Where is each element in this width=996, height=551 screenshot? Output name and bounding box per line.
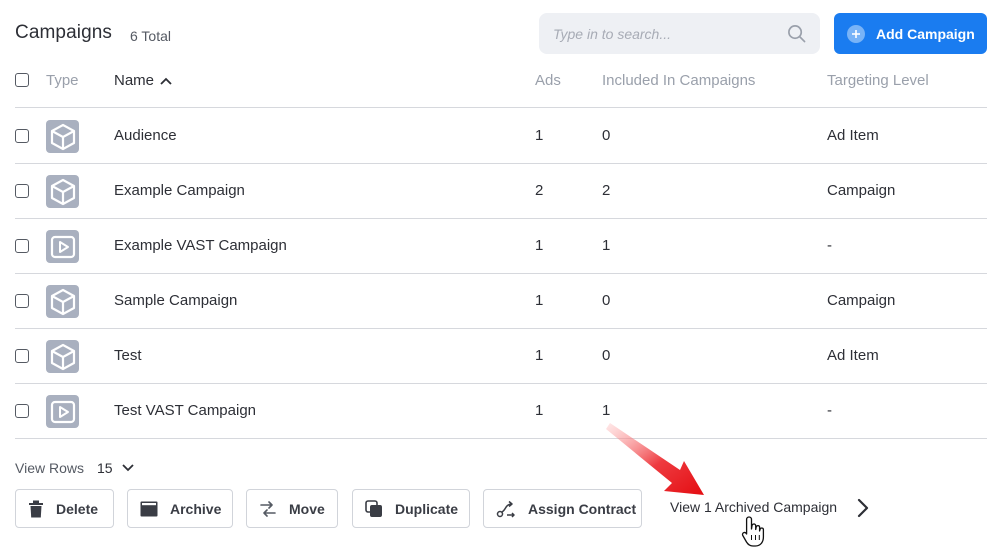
total-count: 6 Total [130, 28, 171, 44]
row-checkbox[interactable] [15, 129, 29, 143]
targeting-level: Ad Item [827, 347, 879, 364]
select-all-checkbox[interactable] [15, 73, 29, 87]
delete-label: Delete [56, 500, 99, 517]
ads-count: 1 [535, 127, 544, 144]
targeting-level: Campaign [827, 182, 896, 199]
campaign-name[interactable]: Example Campaign [114, 182, 245, 199]
targeting-level: - [827, 402, 832, 419]
duplicate-icon [365, 499, 382, 517]
move-button[interactable]: Move [246, 489, 338, 528]
campaign-name[interactable]: Audience [114, 127, 177, 144]
plus-circle-icon [847, 24, 865, 43]
archive-icon [140, 501, 158, 516]
table-row[interactable]: Example Campaign 2 2 Campaign [15, 164, 987, 219]
ads-count: 1 [535, 347, 544, 364]
view-rows-select[interactable]: 15 [97, 460, 135, 476]
included-count: 0 [602, 127, 611, 144]
add-campaign-label: Add Campaign [876, 25, 975, 42]
row-checkbox[interactable] [15, 404, 29, 418]
duplicate-label: Duplicate [395, 500, 459, 517]
targeting-level: Campaign [827, 292, 896, 309]
video-play-icon [46, 230, 79, 263]
video-play-icon [46, 395, 79, 428]
column-header-ads: Ads [535, 72, 561, 89]
included-count: 0 [602, 347, 611, 364]
table-row[interactable]: Test 1 0 Ad Item [15, 329, 987, 384]
included-count: 0 [602, 292, 611, 309]
campaign-name[interactable]: Test [114, 347, 142, 364]
table-row[interactable]: Sample Campaign 1 0 Campaign [15, 274, 987, 329]
view-archived-link[interactable]: View 1 Archived Campaign [670, 499, 837, 515]
cube-icon [46, 175, 79, 208]
campaign-name[interactable]: Test VAST Campaign [114, 402, 256, 419]
search-box [539, 13, 820, 54]
annotation-arrow-icon [606, 423, 704, 495]
table-row[interactable]: Audience 1 0 Ad Item [15, 109, 987, 164]
cube-icon [46, 340, 79, 373]
hand-cursor-icon [741, 516, 765, 547]
table-header: Type Name Ads Included In Campaigns Targ… [15, 62, 987, 108]
targeting-level: Ad Item [827, 127, 879, 144]
campaign-name[interactable]: Example VAST Campaign [114, 237, 287, 254]
table-row[interactable]: Test VAST Campaign 1 1- [15, 384, 987, 439]
delete-button[interactable]: Delete [15, 489, 114, 528]
table-row[interactable]: Example VAST Campaign 1 1 - [15, 219, 987, 274]
row-checkbox[interactable] [15, 294, 29, 308]
add-campaign-button[interactable]: Add Campaign [834, 13, 987, 54]
column-header-name-label: Name [114, 72, 155, 89]
view-rows-label: View Rows [15, 460, 84, 476]
column-header-targeting: Targeting Level [827, 72, 929, 89]
search-input[interactable] [553, 13, 783, 54]
archive-button[interactable]: Archive [127, 489, 233, 528]
chevron-down-icon [121, 464, 134, 472]
search-icon[interactable] [787, 24, 806, 43]
trash-icon [29, 500, 43, 517]
ads-count: 1 [535, 292, 544, 309]
row-checkbox[interactable] [15, 184, 29, 198]
row-checkbox[interactable] [15, 349, 29, 363]
assign-contract-label: Assign Contract [528, 500, 637, 517]
row-checkbox[interactable] [15, 239, 29, 253]
campaigns-page: Campaigns 6 Total Add Campaign Type Name… [0, 0, 996, 551]
column-header-type: Type [46, 72, 79, 89]
archive-label: Archive [170, 500, 222, 517]
targeting-level: - [827, 237, 832, 254]
ads-count: 2 [535, 182, 544, 199]
campaign-name[interactable]: Sample Campaign [114, 292, 237, 309]
included-count: 1 [602, 237, 611, 254]
page-title: Campaigns [15, 22, 113, 43]
column-header-included: Included In Campaigns [602, 72, 756, 89]
cube-icon [46, 285, 79, 318]
ads-count: 1 [535, 402, 544, 419]
included-count: 2 [602, 182, 611, 199]
duplicate-button[interactable]: Duplicate [352, 489, 470, 528]
cube-icon [46, 120, 79, 153]
move-label: Move [289, 500, 325, 517]
chevron-right-icon[interactable] [857, 498, 869, 518]
view-rows-value: 15 [97, 460, 113, 476]
ads-count: 1 [535, 237, 544, 254]
move-arrows-icon [260, 500, 276, 517]
column-header-name[interactable]: Name [114, 72, 173, 89]
assign-contract-icon [496, 500, 515, 518]
sort-ascending-icon [160, 77, 172, 85]
